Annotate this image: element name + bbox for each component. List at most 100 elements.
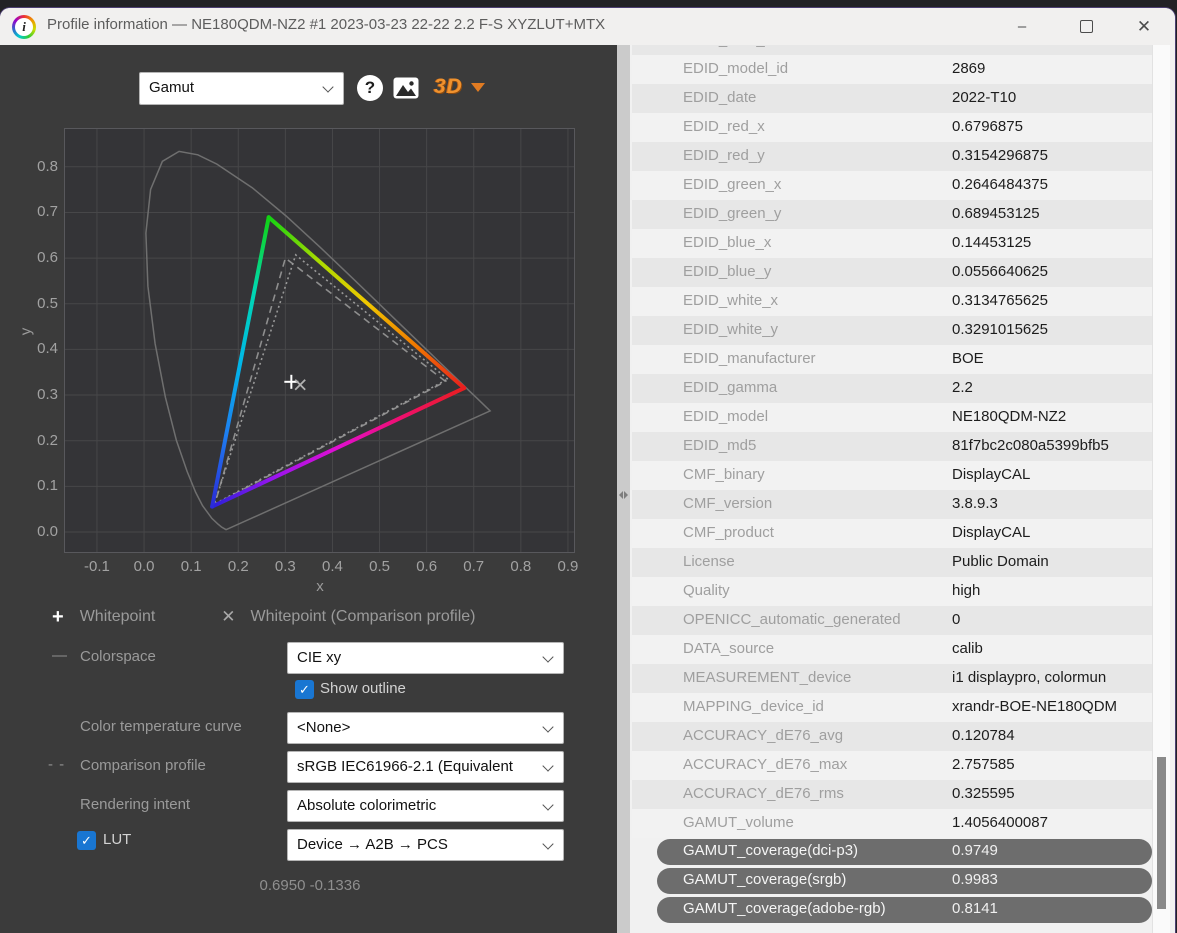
lut-checkbox[interactable]: ✓ [77,831,96,850]
table-row[interactable]: GAMUT_coverage(dci-p3)0.9749 [632,838,1153,867]
row-value: 0.3134765625 [952,292,1048,309]
plot-type-value: Gamut [149,73,194,102]
row-value: 0.689453125 [952,205,1040,222]
minimize-button[interactable]: – [999,8,1045,45]
table-row[interactable]: DATA_sourcecalib [632,635,1153,664]
table-row[interactable]: EDID_red_y0.3154296875 [632,142,1153,171]
row-value: 2533 [952,45,985,48]
row-key: DATA_source [683,640,774,657]
table-row[interactable]: EDID_manufacturer BOE [632,345,1153,374]
colorspace-row: — Colorspace CIE xy [0,642,600,672]
close-button[interactable]: ✕ [1121,8,1167,45]
plot-legend: + Whitepoint ✕ Whitepoint (Comparison pr… [52,605,476,629]
row-key: GAMUT_coverage(dci-p3) [683,842,858,859]
threed-view-button[interactable]: 3D [434,73,485,101]
row-key: EDID_model [683,408,768,425]
row-value: 0.2646484375 [952,176,1048,193]
color-temperature-dropdown[interactable]: <None> [287,712,564,744]
table-row[interactable]: EDID_blue_x0.14453125 [632,229,1153,258]
maximize-icon [1080,20,1093,33]
comparison-profile-value: sRGB IEC61966-2.1 (Equivalent [297,752,513,781]
vertical-scrollbar[interactable] [1152,45,1170,933]
panel-splitter[interactable] [617,45,630,933]
table-row[interactable]: EDID_white_x 0.3134765625 [632,287,1153,316]
table-row[interactable]: MAPPING_device_idxrandr-BOE-NE180QDM [632,693,1153,722]
row-key: Quality [683,582,730,599]
row-key: EDID_blue_y [683,263,771,280]
table-row[interactable]: EDID_gamma2.2 [632,374,1153,403]
table-row[interactable]: EDID_md581f7bc2c080a5399bfb5 [632,432,1153,461]
plot-type-dropdown[interactable]: Gamut [139,72,344,105]
whitepoint-legend-label: Whitepoint [80,608,156,626]
table-row[interactable]: EDID_modelNE180QDM-NZ2 [632,403,1153,432]
show-outline-checkbox[interactable]: ✓ [295,680,314,699]
row-key: OPENICC_automatic_generated [683,611,901,628]
rendering-intent-dropdown[interactable]: Absolute colorimetric [287,790,564,822]
table-row[interactable]: ACCURACY_dE76_max2.757585 [632,751,1153,780]
x-tick-label: 0.8 [496,558,546,575]
row-key: EDID_red_x [683,118,765,135]
chevron-down-icon [322,81,333,92]
row-key: GAMUT_coverage(srgb) [683,871,846,888]
y-tick-label: 0.2 [8,432,58,449]
colorspace-dropdown[interactable]: CIE xy [287,642,564,674]
table-row[interactable]: EDID_model_id2869 [632,55,1153,84]
color-temperature-value: <None> [297,713,350,742]
x-axis-label: x [295,578,345,595]
chevron-down-icon [542,799,553,810]
y-tick-label: 0.5 [8,295,58,312]
row-key: CMF_binary [683,466,765,483]
help-button[interactable]: ? [357,75,383,101]
gamut-plot[interactable] [64,128,575,558]
table-row[interactable]: Qualityhigh [632,577,1153,606]
table-row[interactable]: EDID_mnft_id2533 [632,45,1153,55]
row-key: EDID_date [683,89,756,106]
rendering-intent-value: Absolute colorimetric [297,791,436,820]
table-row[interactable]: ACCURACY_dE76_rms0.325595 [632,780,1153,809]
row-key: EDID_white_x [683,292,778,309]
table-row[interactable]: GAMUT_coverage(srgb)0.9983 [632,867,1153,896]
table-row[interactable]: EDID_blue_y0.0556640625 [632,258,1153,287]
lut-dropdown[interactable]: Device → A2B → PCS [287,829,564,861]
row-value: DisplayCAL [952,466,1030,483]
save-image-button[interactable] [393,77,419,99]
table-row[interactable]: GAMUT_coverage(adobe-rgb)0.8141 [632,896,1153,925]
table-row[interactable]: GAMUT_volume1.4056400087 [632,809,1153,838]
profile-info-table-panel: EDID_mnft_id2533EDID_model_id2869EDID_da… [630,45,1175,933]
table-row[interactable]: CMF_version3.8.9.3 [632,490,1153,519]
table-row[interactable]: CMF_binary DisplayCAL [632,461,1153,490]
splitter-grip-icon [617,488,630,502]
table-row[interactable]: EDID_green_x0.2646484375 [632,171,1153,200]
maximize-button[interactable] [1063,8,1109,45]
chevron-down-icon [542,760,553,771]
table-row[interactable]: ACCURACY_dE76_avg0.120784 [632,722,1153,751]
whitepoint-cross-icon: ✕ [221,607,235,627]
row-key: ACCURACY_dE76_rms [683,785,844,802]
profile-info-table: EDID_mnft_id2533EDID_model_id2869EDID_da… [630,45,1175,925]
x-tick-label: 0.4 [307,558,357,575]
table-row[interactable]: EDID_green_y0.689453125 [632,200,1153,229]
table-row[interactable]: EDID_white_y0.3291015625 [632,316,1153,345]
table-row[interactable]: EDID_red_x0.6796875 [632,113,1153,142]
row-value: BOE [952,350,984,367]
scrollbar-thumb[interactable] [1157,757,1166,909]
title-bar: i Profile information — NE180QDM-NZ2 #1 … [0,8,1175,45]
row-key: EDID_red_y [683,147,765,164]
table-row[interactable]: MEASUREMENT_devicei1 displaypro, colormu… [632,664,1153,693]
table-row[interactable]: EDID_date2022-T10 [632,84,1153,113]
y-tick-label: 0.1 [8,477,58,494]
row-key: MEASUREMENT_device [683,669,851,686]
row-key: EDID_model_id [683,60,788,77]
y-axis-label: y [17,328,34,336]
row-key: CMF_product [683,524,774,541]
row-key: EDID_manufacturer [683,350,816,367]
color-temperature-row: Color temperature curve <None> [0,712,600,742]
lut-value: Device → A2B → PCS [297,830,448,859]
row-value: 0.3291015625 [952,321,1048,338]
table-row[interactable]: OPENICC_automatic_generated0 [632,606,1153,635]
row-key: EDID_blue_x [683,234,771,251]
comparison-profile-label: Comparison profile [80,757,206,774]
table-row[interactable]: CMF_productDisplayCAL [632,519,1153,548]
table-row[interactable]: LicensePublic Domain [632,548,1153,577]
comparison-profile-dropdown[interactable]: sRGB IEC61966-2.1 (Equivalent [287,751,564,783]
